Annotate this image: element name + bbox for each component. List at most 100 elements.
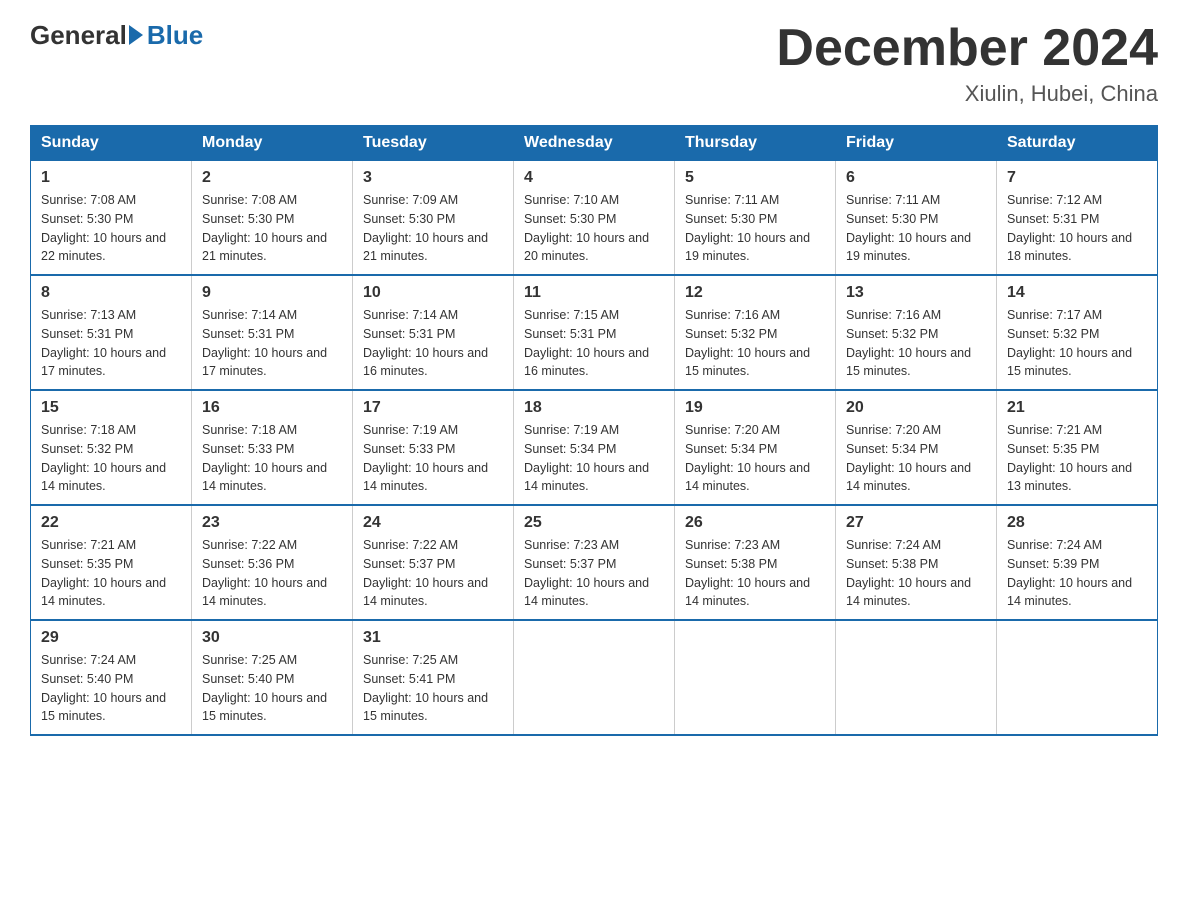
- calendar-cell: 22Sunrise: 7:21 AMSunset: 5:35 PMDayligh…: [31, 505, 192, 620]
- calendar-cell: 24 Sunrise: 7:22 AMSunset: 5:37 PMDayligh…: [353, 505, 514, 620]
- calendar-cell: [675, 620, 836, 735]
- day-info: Sunrise: 7:13 AMSunset: 5:31 PMDaylight:…: [41, 306, 181, 381]
- calendar-cell: 29 Sunrise: 7:24 AMSunset: 5:40 PMDayligh…: [31, 620, 192, 735]
- day-number: 8: [41, 284, 181, 302]
- day-info: Sunrise: 7:24 AMSunset: 5:39 PMDaylight:…: [1007, 536, 1147, 611]
- calendar-cell: 5 Sunrise: 7:11 AMSunset: 5:30 PMDaylight…: [675, 161, 836, 276]
- calendar-cell: 28 Sunrise: 7:24 AMSunset: 5:39 PMDayligh…: [997, 505, 1158, 620]
- day-number: 26: [685, 514, 825, 532]
- day-info: Sunrise: 7:20 AMSunset: 5:34 PMDaylight:…: [846, 421, 986, 496]
- day-number: 5: [685, 169, 825, 187]
- calendar-cell: 31 Sunrise: 7:25 AMSunset: 5:41 PMDayligh…: [353, 620, 514, 735]
- day-number: 24: [363, 514, 503, 532]
- calendar-cell: 30 Sunrise: 7:25 AMSunset: 5:40 PMDayligh…: [192, 620, 353, 735]
- calendar-cell: 9 Sunrise: 7:14 AMSunset: 5:31 PMDaylight…: [192, 275, 353, 390]
- day-info: Sunrise: 7:08 AMSunset: 5:30 PMDaylight:…: [202, 191, 342, 266]
- logo-blue-text: Blue: [147, 20, 203, 51]
- day-info: Sunrise: 7:17 AMSunset: 5:32 PMDaylight:…: [1007, 306, 1147, 381]
- day-number: 1: [41, 169, 181, 187]
- day-info: Sunrise: 7:14 AMSunset: 5:31 PMDaylight:…: [363, 306, 503, 381]
- header-wednesday: Wednesday: [514, 126, 675, 161]
- day-number: 25: [524, 514, 664, 532]
- day-number: 10: [363, 284, 503, 302]
- calendar-cell: [514, 620, 675, 735]
- calendar-cell: [836, 620, 997, 735]
- calendar-header: SundayMondayTuesdayWednesdayThursdayFrid…: [31, 126, 1158, 161]
- week-row-4: 22Sunrise: 7:21 AMSunset: 5:35 PMDayligh…: [31, 505, 1158, 620]
- header-friday: Friday: [836, 126, 997, 161]
- day-number: 21: [1007, 399, 1147, 417]
- week-row-5: 29 Sunrise: 7:24 AMSunset: 5:40 PMDayligh…: [31, 620, 1158, 735]
- days-of-week-row: SundayMondayTuesdayWednesdayThursdayFrid…: [31, 126, 1158, 161]
- calendar-cell: 18Sunrise: 7:19 AMSunset: 5:34 PMDayligh…: [514, 390, 675, 505]
- calendar-cell: 4 Sunrise: 7:10 AMSunset: 5:30 PMDaylight…: [514, 161, 675, 276]
- day-info: Sunrise: 7:25 AMSunset: 5:40 PMDaylight:…: [202, 651, 342, 726]
- day-info: Sunrise: 7:11 AMSunset: 5:30 PMDaylight:…: [846, 191, 986, 266]
- day-info: Sunrise: 7:23 AMSunset: 5:38 PMDaylight:…: [685, 536, 825, 611]
- day-number: 18: [524, 399, 664, 417]
- day-number: 13: [846, 284, 986, 302]
- day-number: 28: [1007, 514, 1147, 532]
- calendar-title: December 2024: [776, 20, 1158, 77]
- day-number: 14: [1007, 284, 1147, 302]
- day-number: 15: [41, 399, 181, 417]
- calendar-table: SundayMondayTuesdayWednesdayThursdayFrid…: [30, 125, 1158, 736]
- day-info: Sunrise: 7:09 AMSunset: 5:30 PMDaylight:…: [363, 191, 503, 266]
- day-info: Sunrise: 7:20 AMSunset: 5:34 PMDaylight:…: [685, 421, 825, 496]
- calendar-cell: 19Sunrise: 7:20 AMSunset: 5:34 PMDayligh…: [675, 390, 836, 505]
- day-info: Sunrise: 7:14 AMSunset: 5:31 PMDaylight:…: [202, 306, 342, 381]
- calendar-cell: 14 Sunrise: 7:17 AMSunset: 5:32 PMDayligh…: [997, 275, 1158, 390]
- header-tuesday: Tuesday: [353, 126, 514, 161]
- calendar-subtitle: Xiulin, Hubei, China: [776, 81, 1158, 107]
- day-number: 31: [363, 629, 503, 647]
- week-row-1: 1 Sunrise: 7:08 AMSunset: 5:30 PMDaylight…: [31, 161, 1158, 276]
- calendar-cell: 26 Sunrise: 7:23 AMSunset: 5:38 PMDayligh…: [675, 505, 836, 620]
- day-info: Sunrise: 7:16 AMSunset: 5:32 PMDaylight:…: [846, 306, 986, 381]
- day-info: Sunrise: 7:16 AMSunset: 5:32 PMDaylight:…: [685, 306, 825, 381]
- title-block: December 2024 Xiulin, Hubei, China: [776, 20, 1158, 107]
- day-number: 3: [363, 169, 503, 187]
- logo: General Blue: [30, 20, 203, 51]
- day-info: Sunrise: 7:24 AMSunset: 5:40 PMDaylight:…: [41, 651, 181, 726]
- calendar-cell: 8 Sunrise: 7:13 AMSunset: 5:31 PMDaylight…: [31, 275, 192, 390]
- header-thursday: Thursday: [675, 126, 836, 161]
- calendar-cell: 20 Sunrise: 7:20 AMSunset: 5:34 PMDayligh…: [836, 390, 997, 505]
- day-number: 9: [202, 284, 342, 302]
- day-info: Sunrise: 7:22 AMSunset: 5:37 PMDaylight:…: [363, 536, 503, 611]
- calendar-cell: 12 Sunrise: 7:16 AMSunset: 5:32 PMDayligh…: [675, 275, 836, 390]
- calendar-cell: 13 Sunrise: 7:16 AMSunset: 5:32 PMDayligh…: [836, 275, 997, 390]
- day-number: 2: [202, 169, 342, 187]
- day-number: 29: [41, 629, 181, 647]
- day-info: Sunrise: 7:08 AMSunset: 5:30 PMDaylight:…: [41, 191, 181, 266]
- calendar-cell: 21 Sunrise: 7:21 AMSunset: 5:35 PMDayligh…: [997, 390, 1158, 505]
- day-info: Sunrise: 7:11 AMSunset: 5:30 PMDaylight:…: [685, 191, 825, 266]
- day-info: Sunrise: 7:24 AMSunset: 5:38 PMDaylight:…: [846, 536, 986, 611]
- calendar-cell: 10 Sunrise: 7:14 AMSunset: 5:31 PMDayligh…: [353, 275, 514, 390]
- day-info: Sunrise: 7:12 AMSunset: 5:31 PMDaylight:…: [1007, 191, 1147, 266]
- day-number: 17: [363, 399, 503, 417]
- calendar-cell: 11 Sunrise: 7:15 AMSunset: 5:31 PMDayligh…: [514, 275, 675, 390]
- week-row-3: 15Sunrise: 7:18 AMSunset: 5:32 PMDayligh…: [31, 390, 1158, 505]
- calendar-body: 1 Sunrise: 7:08 AMSunset: 5:30 PMDaylight…: [31, 161, 1158, 736]
- day-number: 11: [524, 284, 664, 302]
- day-info: Sunrise: 7:19 AMSunset: 5:33 PMDaylight:…: [363, 421, 503, 496]
- day-number: 20: [846, 399, 986, 417]
- header-sunday: Sunday: [31, 126, 192, 161]
- day-info: Sunrise: 7:21 AMSunset: 5:35 PMDaylight:…: [1007, 421, 1147, 496]
- day-number: 23: [202, 514, 342, 532]
- day-number: 4: [524, 169, 664, 187]
- calendar-cell: 15Sunrise: 7:18 AMSunset: 5:32 PMDayligh…: [31, 390, 192, 505]
- calendar-cell: 16 Sunrise: 7:18 AMSunset: 5:33 PMDayligh…: [192, 390, 353, 505]
- day-info: Sunrise: 7:25 AMSunset: 5:41 PMDaylight:…: [363, 651, 503, 726]
- page-header: General Blue December 2024 Xiulin, Hubei…: [30, 20, 1158, 107]
- day-number: 16: [202, 399, 342, 417]
- day-info: Sunrise: 7:15 AMSunset: 5:31 PMDaylight:…: [524, 306, 664, 381]
- day-info: Sunrise: 7:18 AMSunset: 5:33 PMDaylight:…: [202, 421, 342, 496]
- header-saturday: Saturday: [997, 126, 1158, 161]
- calendar-cell: 2 Sunrise: 7:08 AMSunset: 5:30 PMDaylight…: [192, 161, 353, 276]
- header-monday: Monday: [192, 126, 353, 161]
- calendar-cell: 1 Sunrise: 7:08 AMSunset: 5:30 PMDaylight…: [31, 161, 192, 276]
- day-number: 30: [202, 629, 342, 647]
- day-number: 12: [685, 284, 825, 302]
- day-info: Sunrise: 7:10 AMSunset: 5:30 PMDaylight:…: [524, 191, 664, 266]
